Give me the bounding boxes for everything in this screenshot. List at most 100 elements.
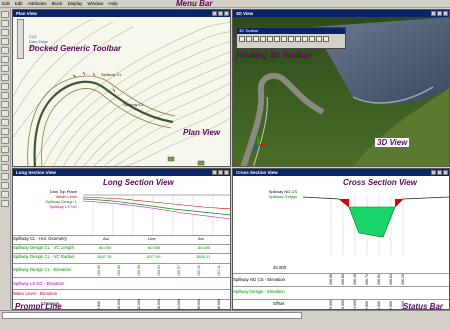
offset-value: -9.000 xyxy=(329,299,333,310)
tool-button[interactable] xyxy=(1,11,9,18)
close-button[interactable] xyxy=(224,11,229,16)
docked-toolbar xyxy=(0,9,11,309)
close-button[interactable] xyxy=(224,170,229,175)
menu-window[interactable]: Window xyxy=(87,1,103,6)
row-label: Spillway Design CL - VC Radius xyxy=(13,254,75,259)
tool-button[interactable] xyxy=(1,20,9,27)
3d-view-callout: 3D View xyxy=(375,138,410,147)
fly-icon[interactable] xyxy=(302,36,308,42)
elevation-value: 156.91 xyxy=(377,274,381,285)
elevation-value: 156.72 xyxy=(365,274,369,285)
geom-label: Line xyxy=(148,236,156,241)
minimize-button[interactable] xyxy=(212,11,217,16)
offset-value: 6.000 xyxy=(389,301,393,310)
tool-button[interactable] xyxy=(1,56,9,63)
maximize-button[interactable] xyxy=(437,11,442,16)
row-label: Water Level - Elevation xyxy=(13,291,58,296)
vc-radius: 1577.99 xyxy=(146,254,161,259)
docked-toolbar-callout: Docked Generic Toolbar xyxy=(29,44,122,53)
elevation-value: 155.02 xyxy=(197,265,201,276)
tool-button[interactable] xyxy=(1,137,9,144)
elevation-value: 156.03 xyxy=(157,265,161,276)
elevation-value: 156.20 xyxy=(401,274,405,285)
wire-icon[interactable] xyxy=(316,36,322,42)
chainage-value: 16.000 xyxy=(117,299,121,310)
settings-icon[interactable] xyxy=(323,36,329,42)
offset-value: -3.000 xyxy=(353,299,357,310)
minimize-button[interactable] xyxy=(212,170,217,175)
tool-button[interactable] xyxy=(1,155,9,162)
tool-button[interactable] xyxy=(1,146,9,153)
plan-view-window[interactable]: Plan View CLE Dam Edge Wire Docked Gener… xyxy=(12,9,231,167)
cross-section-window[interactable]: Cross Section View Cross Section View Sp… xyxy=(232,168,450,310)
elevation-value: 156.80 xyxy=(117,265,121,276)
elevation-value: 156.85 xyxy=(97,265,101,276)
long-section-title: Long Section View xyxy=(13,169,230,176)
maximize-button[interactable] xyxy=(218,11,223,16)
close-button[interactable] xyxy=(443,11,448,16)
chainage-value: 0.000 xyxy=(97,301,101,310)
camera-icon[interactable] xyxy=(295,36,301,42)
elevation-value: 156.96 xyxy=(329,274,333,285)
long-section-window[interactable]: Long Section View Long Section View Dam … xyxy=(12,168,231,310)
light-icon[interactable] xyxy=(288,36,294,42)
offset-value: -6.000 xyxy=(341,299,345,310)
tool-button[interactable] xyxy=(1,92,9,99)
offset-value: 3.000 xyxy=(377,301,381,310)
floating-3d-toolbar[interactable]: 3D Toolbar xyxy=(236,27,346,49)
3d-view-window[interactable]: 3D View 3D Toolbar Floating 3D Toolbar 3… xyxy=(232,9,450,167)
chainage-value: 64.000 xyxy=(177,299,181,310)
close-button[interactable] xyxy=(443,170,448,175)
tool-button[interactable] xyxy=(1,182,9,189)
vc-length: 80.000 xyxy=(99,245,112,250)
tool-button[interactable] xyxy=(1,191,9,198)
pan-icon[interactable] xyxy=(246,36,252,42)
prompt-line[interactable] xyxy=(2,312,302,319)
vc-length: 60.000 xyxy=(198,245,211,250)
view-top-icon[interactable] xyxy=(267,36,273,42)
floating-toolbar-callout: Floating 3D Toolbar xyxy=(236,51,311,60)
tool-button[interactable] xyxy=(1,65,9,72)
offset-value: 0.000 xyxy=(365,301,369,310)
long-section-legend: Dam Top Plane Water Level Spillway Desig… xyxy=(17,189,77,209)
minimize-button[interactable] xyxy=(431,170,436,175)
texture-icon[interactable] xyxy=(309,36,315,42)
row-label: Spillway NG CS - Elevation xyxy=(233,277,286,282)
vc-radius: 1600.11 xyxy=(196,254,211,259)
view-side-icon[interactable] xyxy=(274,36,280,42)
menu-help[interactable]: Help xyxy=(108,1,117,6)
orbit-icon[interactable] xyxy=(260,36,266,42)
legend-item: Spillway Design xyxy=(268,194,297,199)
tool-button[interactable] xyxy=(1,110,9,117)
tool-button[interactable] xyxy=(1,38,9,45)
cross-section-legend: Spillway NG CS Spillway Design xyxy=(237,189,297,199)
tool-button[interactable] xyxy=(1,119,9,126)
elevation-value: 156.66 xyxy=(137,265,141,276)
tool-button[interactable] xyxy=(1,29,9,36)
menu-attributes[interactable]: Attributes xyxy=(28,1,47,6)
tool-button[interactable] xyxy=(1,101,9,108)
tool-button[interactable] xyxy=(1,74,9,81)
elevation-value: 154.11 xyxy=(217,265,221,276)
tool-button[interactable] xyxy=(1,173,9,180)
render-icon[interactable] xyxy=(281,36,287,42)
row-label: Spillway Design - Elevation xyxy=(233,289,285,294)
legend-item: Spillway LS NG xyxy=(49,204,77,209)
tool-button[interactable] xyxy=(1,200,9,207)
maximize-button[interactable] xyxy=(437,170,442,175)
minimize-button[interactable] xyxy=(431,11,436,16)
chainage-value: 32.000 xyxy=(137,299,141,310)
menu-edit[interactable]: Edit xyxy=(15,1,23,6)
tool-button[interactable] xyxy=(1,83,9,90)
menu-block[interactable]: Block xyxy=(52,1,63,6)
menu-file[interactable]: Edit xyxy=(2,1,10,6)
menu-display[interactable]: Display xyxy=(68,1,83,6)
zoom-icon[interactable] xyxy=(253,36,259,42)
docked-generic-toolbar[interactable] xyxy=(17,19,24,59)
tool-button[interactable] xyxy=(1,164,9,171)
rotate-icon[interactable] xyxy=(239,36,245,42)
tool-button[interactable] xyxy=(1,128,9,135)
tool-button[interactable] xyxy=(1,47,9,54)
elevation-value: 156.49 xyxy=(353,274,357,285)
maximize-button[interactable] xyxy=(218,170,223,175)
